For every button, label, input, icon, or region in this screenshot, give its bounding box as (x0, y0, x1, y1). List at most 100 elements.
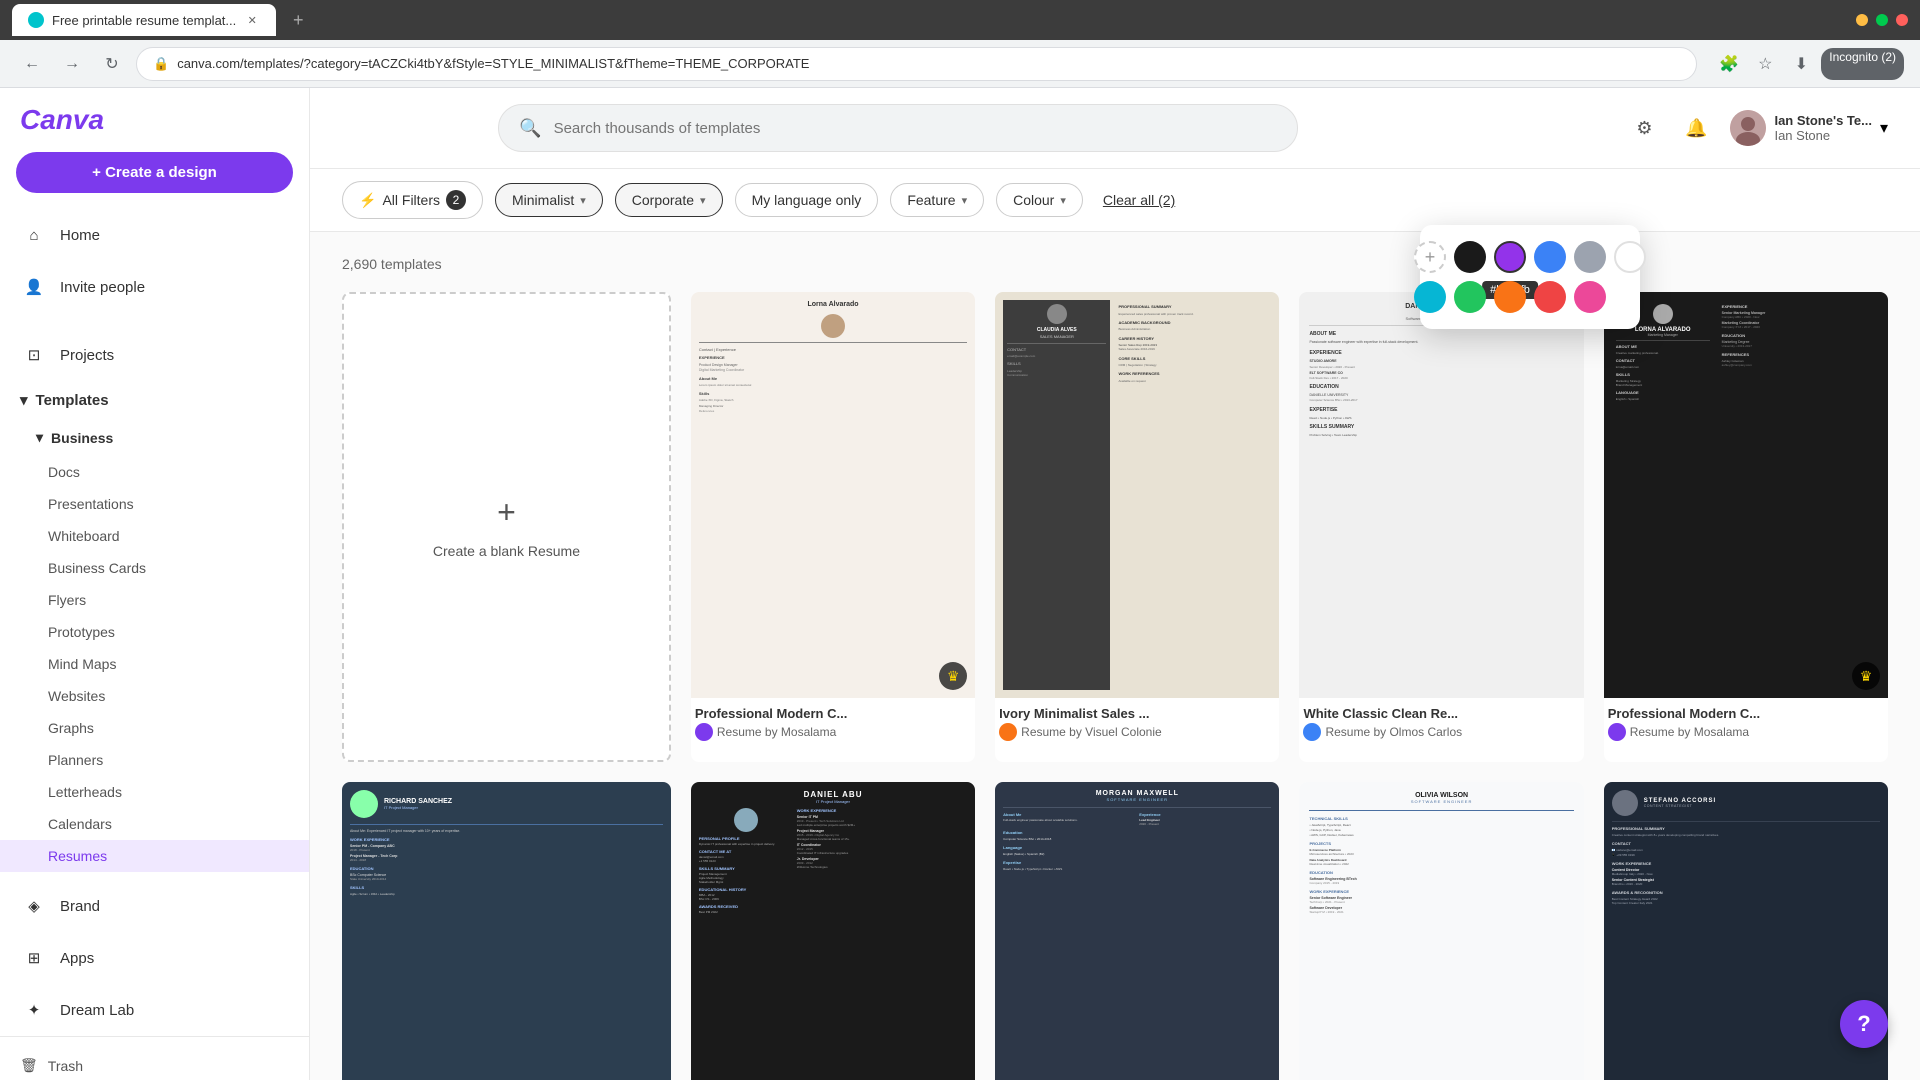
browser-tab[interactable]: Free printable resume templat... ✕ (12, 4, 276, 36)
search-bar[interactable]: 🔍 (498, 104, 1298, 152)
color-picker-popup: + #b612fb (1420, 225, 1640, 329)
language-label: My language only (752, 192, 862, 208)
card-subtitle: Resume by Mosalama (1608, 723, 1884, 741)
all-filters-label: All Filters (382, 192, 440, 208)
language-filter-btn[interactable]: My language only (735, 183, 879, 217)
creator-avatar (695, 723, 713, 741)
color-black[interactable] (1454, 241, 1486, 273)
sidebar-item-business-cards[interactable]: Business Cards (0, 552, 309, 584)
lock-icon: 🔒 (153, 56, 169, 72)
minimalist-filter-btn[interactable]: Minimalist ▾ (495, 183, 603, 217)
sidebar-item-resumes[interactable]: Resumes (0, 840, 309, 872)
projects-label: Projects (60, 347, 114, 364)
results-count: 2,690 templates (342, 256, 1888, 272)
colour-filter-btn[interactable]: Colour ▾ (996, 183, 1083, 217)
address-bar[interactable]: 🔒 canva.com/templates/?category=tACZCki4… (136, 47, 1697, 81)
browser-toolbar: ← → ↻ 🔒 canva.com/templates/?category=tA… (0, 40, 1920, 88)
add-color-btn[interactable]: + (1414, 241, 1446, 273)
card-creator: Resume by Mosalama (1630, 725, 1749, 739)
create-design-btn[interactable]: + Create a design (16, 152, 293, 193)
collapse-icon: ▾ (20, 391, 28, 409)
sidebar-item-dreamlab[interactable]: ✦ Dream Lab (0, 984, 309, 1036)
card-title: Professional Modern C... (695, 706, 971, 721)
user-menu[interactable]: Ian Stone's Te... Ian Stone ▾ (1730, 110, 1888, 146)
color-cyan[interactable] (1414, 281, 1446, 313)
table-row[interactable]: MORGAN MAXWELL SOFTWARE ENGINEER About M… (995, 782, 1279, 1080)
corporate-chevron-icon: ▾ (700, 194, 706, 207)
sidebar: Canva + Create a design ⌂ Home 👤 Invite … (0, 88, 310, 1080)
forward-btn[interactable]: → (56, 48, 88, 80)
colour-chevron-icon: ▾ (1060, 194, 1066, 207)
color-red[interactable] (1534, 281, 1566, 313)
help-btn[interactable]: ? (1840, 1000, 1888, 1048)
close-btn[interactable] (1896, 14, 1908, 26)
color-pink[interactable] (1574, 281, 1606, 313)
color-gray[interactable] (1574, 241, 1606, 273)
minimize-btn[interactable] (1856, 14, 1868, 26)
sidebar-templates-header[interactable]: ▾ Templates (0, 381, 309, 419)
sidebar-item-calendars[interactable]: Calendars (0, 808, 309, 840)
header-right: ⚙ 🔔 Ian Stone's Te... Ian Stone ▾ (1626, 110, 1888, 146)
all-filters-btn[interactable]: ⚡ All Filters 2 (342, 181, 483, 219)
projects-icon: ⊡ (20, 341, 48, 369)
table-row[interactable]: DANIEL ABU IT Project Manager PERSONAL P… (691, 782, 975, 1080)
maximize-btn[interactable] (1876, 14, 1888, 26)
sidebar-item-letterheads[interactable]: Letterheads (0, 776, 309, 808)
creator-avatar (999, 723, 1017, 741)
new-tab-btn[interactable]: + (284, 6, 312, 34)
sidebar-item-mind-maps[interactable]: Mind Maps (0, 648, 309, 680)
sidebar-item-home[interactable]: ⌂ Home (0, 209, 309, 261)
creator-avatar (1608, 723, 1626, 741)
color-white[interactable] (1614, 241, 1646, 273)
color-orange[interactable] (1494, 281, 1526, 313)
search-input[interactable] (554, 120, 1278, 137)
table-row[interactable]: CLAUDIA ALVES SALES MANAGER CONTACT emai… (995, 292, 1279, 762)
sidebar-item-docs[interactable]: Docs (0, 456, 309, 488)
sidebar-item-whiteboard[interactable]: Whiteboard (0, 520, 309, 552)
avatar (1730, 110, 1766, 146)
sidebar-item-apps[interactable]: ⊞ Apps (0, 932, 309, 984)
search-icon: 🔍 (519, 118, 541, 139)
sidebar-item-flyers[interactable]: Flyers (0, 584, 309, 616)
download-btn[interactable]: ⬇ (1785, 48, 1817, 80)
invite-label: Invite people (60, 279, 145, 296)
logo-text: Canva (20, 104, 104, 135)
color-green[interactable] (1454, 281, 1486, 313)
back-btn[interactable]: ← (16, 48, 48, 80)
create-blank-card[interactable]: + Create a blank Resume (342, 292, 671, 762)
brand-icon: ◈ (20, 892, 48, 920)
color-grid: + #b612fb (1436, 241, 1624, 313)
table-row[interactable]: Lorna Alvarado Contact | Experience EXPE… (691, 292, 975, 762)
colour-label: Colour (1013, 192, 1054, 208)
tab-close-btn[interactable]: ✕ (244, 12, 260, 28)
browser-titlebar: Free printable resume templat... ✕ + (0, 0, 1920, 40)
template-grid-area: 2,690 templates + Create a blank Resume … (310, 232, 1920, 1080)
color-purple[interactable]: #b612fb (1494, 241, 1526, 273)
sidebar-item-websites[interactable]: Websites (0, 680, 309, 712)
sidebar-item-planners[interactable]: Planners (0, 744, 309, 776)
sidebar-item-invite[interactable]: 👤 Invite people (0, 261, 309, 313)
sidebar-logo: Canva (0, 88, 309, 152)
sidebar-item-brand[interactable]: ◈ Brand (0, 880, 309, 932)
sidebar-business-header[interactable]: ▾ Business (0, 419, 309, 456)
corporate-filter-btn[interactable]: Corporate ▾ (615, 183, 723, 217)
sidebar-item-projects[interactable]: ⊡ Projects (0, 329, 309, 381)
table-row[interactable]: RICHARD SANCHEZ IT Project Manager About… (342, 782, 671, 1080)
trash-btn[interactable]: 🗑 Trash (20, 1049, 289, 1080)
table-row[interactable]: OLIVIA WILSON SOFTWARE ENGINEER TECHNICA… (1299, 782, 1583, 1080)
sidebar-item-graphs[interactable]: Graphs (0, 712, 309, 744)
feature-filter-btn[interactable]: Feature ▾ (890, 183, 984, 217)
star-btn[interactable]: ☆ (1749, 48, 1781, 80)
sidebar-item-prototypes[interactable]: Prototypes (0, 616, 309, 648)
create-blank-label: Create a blank Resume (433, 543, 580, 559)
table-row[interactable]: LORNA ALVARADO Marketing Manager ABOUT M… (1604, 292, 1888, 762)
color-blue[interactable] (1534, 241, 1566, 273)
settings-btn[interactable]: ⚙ (1626, 110, 1662, 146)
refresh-btn[interactable]: ↻ (96, 48, 128, 80)
extensions-btn[interactable]: 🧩 (1713, 48, 1745, 80)
clear-all-btn[interactable]: Clear all (2) (1103, 192, 1175, 208)
sidebar-item-presentations[interactable]: Presentations (0, 488, 309, 520)
notification-btn[interactable]: 🔔 (1678, 110, 1714, 146)
brand-label: Brand (60, 898, 100, 915)
table-row[interactable]: DANIELLE FERREIRA Software Engineer | da… (1299, 292, 1583, 762)
